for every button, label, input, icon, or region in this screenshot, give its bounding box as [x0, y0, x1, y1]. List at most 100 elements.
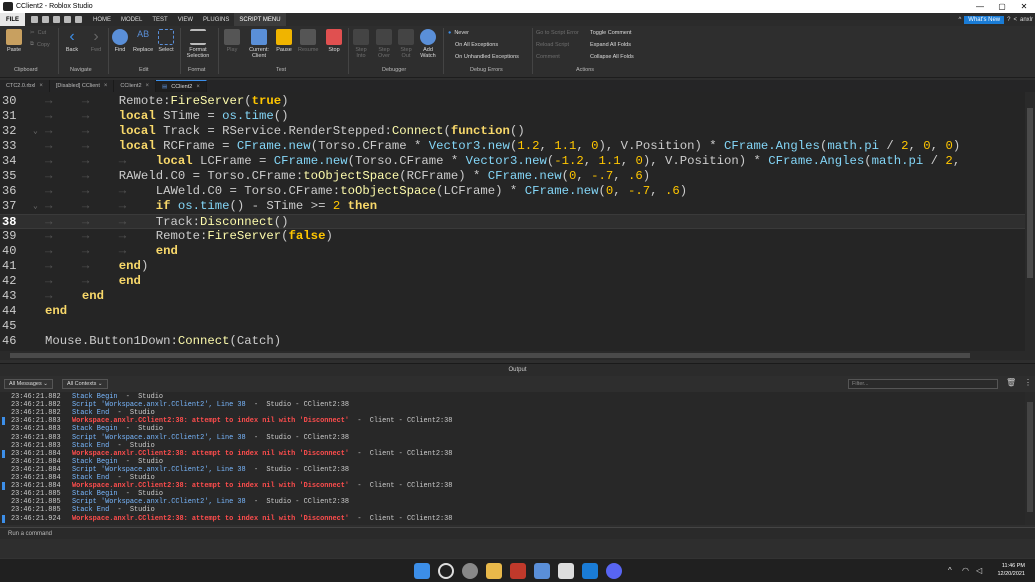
context-dropdown[interactable]: All Contexts ⌄ — [62, 379, 108, 389]
step-over-button[interactable]: Step Over — [376, 29, 392, 59]
fold-toggle-icon[interactable]: ⌄ — [33, 124, 38, 139]
code-line[interactable]: 35 → → RAWeld.C0 = Torso.CFrame:toObjectS… — [0, 169, 1025, 184]
log-source[interactable]: - Studio - CClient2:38 — [246, 498, 349, 506]
output-filter-input[interactable]: Filter... — [848, 379, 998, 389]
minimize-button[interactable]: — — [969, 0, 991, 13]
user-name[interactable]: anxlr — [1020, 17, 1033, 23]
command-bar-input[interactable]: Run a command — [0, 527, 1035, 539]
wifi-icon[interactable]: ◠ — [962, 566, 969, 575]
log-source[interactable]: - Studio — [118, 490, 163, 498]
log-source[interactable]: - Studio - CClient2:38 — [246, 466, 349, 474]
collapse-all-folds-button[interactable]: Collapse All Folds — [590, 54, 634, 60]
discord-icon[interactable] — [606, 563, 622, 579]
log-source[interactable]: - Studio — [118, 425, 163, 433]
go-to-script-error-button[interactable]: Go to Script Error — [536, 30, 579, 36]
code-line[interactable]: 31 → → local STime = os.time() — [0, 109, 1025, 124]
more-options-icon[interactable]: ⋮ — [1024, 378, 1032, 387]
log-source[interactable]: - Client - CClient2:38 — [349, 417, 452, 425]
find-button[interactable]: Find — [112, 29, 128, 53]
editor-vertical-scrollbar[interactable] — [1025, 92, 1035, 351]
tab-test[interactable]: TEST — [147, 13, 172, 26]
log-source[interactable]: - Studio - CClient2:38 — [246, 434, 349, 442]
close-tab-icon[interactable]: × — [146, 83, 150, 89]
play-button[interactable]: Play — [224, 29, 240, 53]
scroll-thumb[interactable] — [1027, 402, 1033, 512]
code-line[interactable]: 32 ⌄ → → local Track = RService.RenderStep… — [0, 124, 1025, 139]
log-source[interactable]: - Studio - CClient2:38 — [246, 401, 349, 409]
code-line[interactable]: 37 ⌄ → → → if os.time() - STime >= 2 then — [0, 199, 1025, 214]
log-entry[interactable]: 23:46:21.884 Stack Begin - Studio — [0, 458, 1025, 466]
app-icon[interactable] — [510, 563, 526, 579]
volume-icon[interactable]: ◁ — [976, 566, 982, 575]
on-unhandled-exceptions-option[interactable]: On Unhandled Exceptions — [455, 54, 519, 60]
log-source[interactable]: - Studio — [118, 393, 163, 401]
new-icon[interactable] — [31, 16, 38, 23]
tab-view[interactable]: VIEW — [173, 13, 198, 26]
undo-icon[interactable] — [64, 16, 71, 23]
close-tab-icon[interactable]: × — [104, 83, 108, 89]
scroll-thumb[interactable] — [10, 353, 970, 358]
editor-horizontal-scrollbar[interactable] — [0, 351, 1035, 360]
tab-cclient2-active[interactable]: ▤ CClient2 × — [156, 80, 207, 92]
current-client-button[interactable]: Current: Client — [246, 29, 272, 59]
close-button[interactable]: ✕ — [1013, 0, 1035, 13]
log-source[interactable]: - Client - CClient2:38 — [349, 450, 452, 458]
log-entry[interactable]: 23:46:21.883 Stack Begin - Studio — [0, 425, 1025, 433]
message-type-dropdown[interactable]: All Messages ⌄ — [4, 379, 53, 389]
cut-button[interactable]: ✂ Cut — [30, 30, 46, 36]
code-line[interactable]: 43 → end — [0, 289, 1025, 304]
error-log-entry[interactable]: 23:46:21.884 Workspace.anxlr.CClient2:38:… — [0, 482, 1025, 491]
output-log[interactable]: 23:46:21.882 Stack Begin - Studio 23:46:21… — [0, 392, 1025, 525]
tab-home[interactable]: HOME — [88, 13, 116, 26]
step-into-button[interactable]: Step Into — [353, 29, 369, 59]
log-entry[interactable]: 23:46:21.882 Stack End - Studio — [0, 409, 1025, 417]
code-line[interactable]: 41 → → end) — [0, 259, 1025, 274]
code-line[interactable]: 46 Mouse.Button1Down:Connect(Catch) — [0, 334, 1025, 349]
resume-button[interactable]: Resume — [298, 29, 318, 53]
code-line[interactable]: 39 → → → Remote:FireServer(false) — [0, 229, 1025, 244]
log-entry[interactable]: 23:46:21.883 Script 'Workspace.anxlr.CCli… — [0, 434, 1025, 442]
close-tab-icon[interactable]: × — [39, 83, 43, 89]
log-entry[interactable]: 23:46:21.883 Stack End - Studio — [0, 442, 1025, 450]
settings-icon[interactable] — [462, 563, 478, 579]
error-log-entry[interactable]: 23:46:21.884 Workspace.anxlr.CClient2:38:… — [0, 449, 1025, 458]
code-line[interactable]: 45 — [0, 319, 1025, 334]
output-scrollbar[interactable] — [1025, 392, 1035, 525]
tab-model[interactable]: MODEL — [116, 13, 147, 26]
log-entry[interactable]: 23:46:21.885 Script 'Workspace.anxlr.CCli… — [0, 498, 1025, 506]
clear-output-icon[interactable]: 🗑 — [1006, 378, 1016, 387]
code-line[interactable]: 30 → → Remote:FireServer(true) — [0, 94, 1025, 109]
code-line[interactable]: 42 → → end — [0, 274, 1025, 289]
fold-toggle-icon[interactable]: ⌄ — [33, 199, 38, 214]
code-line[interactable]: 36 → → → LAWeld.C0 = Torso.CFrame:toObjec… — [0, 184, 1025, 199]
scroll-thumb[interactable] — [1027, 108, 1033, 278]
replace-button[interactable]: AB Replace — [133, 29, 153, 53]
log-entry[interactable]: 23:46:21.885 Stack End - Studio — [0, 506, 1025, 514]
code-line[interactable]: 44 end — [0, 304, 1025, 319]
file-explorer-icon[interactable] — [486, 563, 502, 579]
back-button[interactable]: ‹ Back — [64, 29, 80, 54]
code-line[interactable]: 33 → → local RCFrame = CFrame.new(Torso.C… — [0, 139, 1025, 154]
tab-plugins[interactable]: PLUGINS — [198, 13, 234, 26]
tab-cclient2[interactable]: CClient2 × — [114, 80, 157, 92]
system-clock[interactable]: 11:46 PM 12/20/2021 — [997, 562, 1025, 578]
log-source[interactable]: - Studio — [109, 474, 154, 482]
whats-new-button[interactable]: What's New — [964, 15, 1005, 24]
log-entry[interactable]: 23:46:21.885 Stack Begin - Studio — [0, 490, 1025, 498]
save-icon[interactable] — [53, 16, 60, 23]
close-tab-icon[interactable]: × — [196, 84, 200, 90]
log-source[interactable]: - Client - CClient2:38 — [349, 515, 452, 523]
paste-button[interactable]: Paste — [6, 29, 22, 53]
log-entry[interactable]: 23:46:21.884 Script 'Workspace.anxlr.CCli… — [0, 466, 1025, 474]
notepad-icon[interactable] — [534, 563, 550, 579]
help-icon[interactable]: ? — [1007, 17, 1010, 23]
copy-button[interactable]: ⧉ Copy — [30, 41, 50, 48]
maximize-button[interactable]: ▢ — [991, 0, 1013, 13]
tray-chevron-icon[interactable]: ^ — [948, 566, 952, 575]
log-entry[interactable]: 23:46:21.882 Script 'Workspace.anxlr.CCli… — [0, 401, 1025, 409]
tab-ctc2-place[interactable]: CTC2.0.rbxl × — [0, 80, 50, 92]
log-source[interactable]: - Studio — [109, 409, 154, 417]
select-button[interactable]: Select — [158, 29, 174, 53]
share-icon[interactable]: < — [1013, 17, 1017, 23]
roblox-icon[interactable] — [558, 563, 574, 579]
